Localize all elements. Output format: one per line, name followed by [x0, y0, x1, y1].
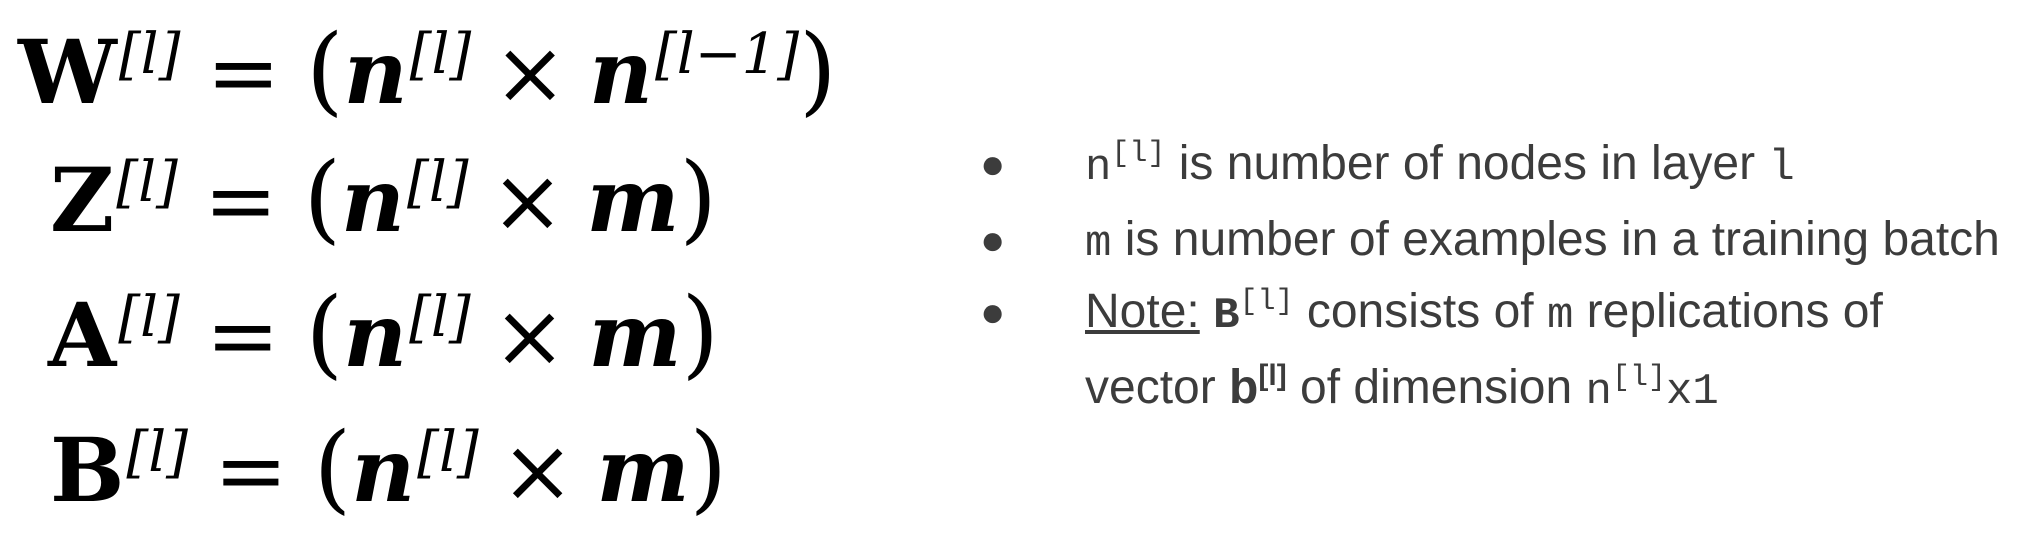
bullet-dot-icon: ● — [980, 288, 1006, 335]
note-label: Note: — [1085, 285, 1200, 338]
equation-z: Z[l] = (n[l] × m) — [50, 150, 717, 246]
eq-a-times: × — [492, 284, 567, 387]
eq-z-symbol: Z — [50, 148, 115, 252]
eq-a-n: n — [343, 283, 408, 387]
eq-a-close-paren: ) — [681, 277, 719, 389]
eq-a-symbol: A — [48, 283, 117, 387]
eq-a-n-superscript: [l] — [409, 285, 471, 350]
eq-z-times: × — [490, 149, 565, 252]
equations-panel: W[l] = (n[l] × n[l−1]) Z[l] = (n[l] × m) A[l] = (n… — [0, 0, 900, 542]
equation-a: A[l] = (n[l] × m) — [48, 285, 719, 381]
eq-w-n-prev-superscript: [l−1] — [654, 22, 800, 87]
note-item-examples: ● m is number of examples in a training … — [980, 206, 2020, 278]
note-item-broadcast: ● Note: B[l] consists of m replications … — [980, 278, 2020, 430]
eq-a-open-paren: ( — [305, 277, 344, 389]
equation-b: B[l] = (n[l] × m) — [50, 420, 727, 516]
eq-a-superscript: [l] — [118, 285, 180, 350]
eq-b-equals: = — [214, 419, 288, 522]
note-text: is number of examples in a training batc… — [1111, 213, 2000, 266]
vector-b-superscript: [l] — [1258, 359, 1287, 392]
note-text: consists of — [1293, 285, 1547, 338]
code-b-superscript: [l] — [1239, 285, 1294, 319]
eq-z-open-paren: ( — [303, 142, 342, 254]
eq-z-n: n — [341, 148, 406, 252]
eq-z-superscript: [l] — [116, 150, 178, 215]
eq-b-superscript: [l] — [126, 420, 188, 485]
code-n-superscript: [l] — [1111, 137, 1166, 171]
eq-a-m: m — [588, 283, 682, 387]
note-text: is number of nodes in layer — [1165, 137, 1769, 190]
eq-b-m: m — [596, 418, 690, 522]
eq-z-m: m — [586, 148, 680, 252]
notes-list: ● n[l] is number of nodes in layer l ● m… — [980, 130, 2020, 430]
note-text: of dimension — [1286, 361, 1586, 414]
eq-w-symbol: W — [18, 20, 117, 124]
code-n-superscript: [l] — [1611, 361, 1666, 395]
eq-z-equals: = — [203, 149, 278, 252]
bullet-dot-icon: ● — [980, 216, 1006, 263]
eq-w-n: n — [343, 20, 408, 124]
code-b: B — [1213, 291, 1240, 341]
eq-w-equals: = — [206, 21, 281, 124]
eq-w-n-superscript: [l] — [409, 22, 472, 87]
eq-z-close-paren: ) — [679, 142, 717, 254]
bullet-dot-icon: ● — [980, 140, 1006, 187]
code-l: l — [1768, 143, 1795, 193]
eq-b-close-paren: ) — [689, 412, 728, 524]
code-x1: x1 — [1665, 367, 1719, 417]
code-n: n — [1085, 143, 1112, 193]
eq-b-n: n — [351, 418, 416, 522]
eq-z-n-superscript: [l] — [407, 150, 469, 215]
eq-b-n-superscript: [l] — [417, 420, 479, 485]
eq-w-close-paren: ) — [799, 14, 837, 126]
eq-b-open-paren: ( — [313, 412, 352, 524]
code-m: m — [1085, 219, 1112, 269]
eq-w-n-prev: n — [588, 20, 653, 124]
note-item-nodes: ● n[l] is number of nodes in layer l — [980, 130, 2020, 206]
equation-w: W[l] = (n[l] × n[l−1]) — [18, 22, 837, 118]
code-n: n — [1585, 367, 1612, 417]
eq-w-times: × — [493, 21, 567, 124]
eq-w-open-paren: ( — [306, 14, 344, 126]
eq-b-symbol: B — [50, 418, 125, 522]
code-m: m — [1546, 291, 1574, 341]
eq-w-superscript: [l] — [118, 22, 181, 87]
vector-b: b — [1229, 361, 1259, 414]
eq-a-equals: = — [205, 284, 280, 387]
eq-b-times: × — [500, 419, 575, 522]
